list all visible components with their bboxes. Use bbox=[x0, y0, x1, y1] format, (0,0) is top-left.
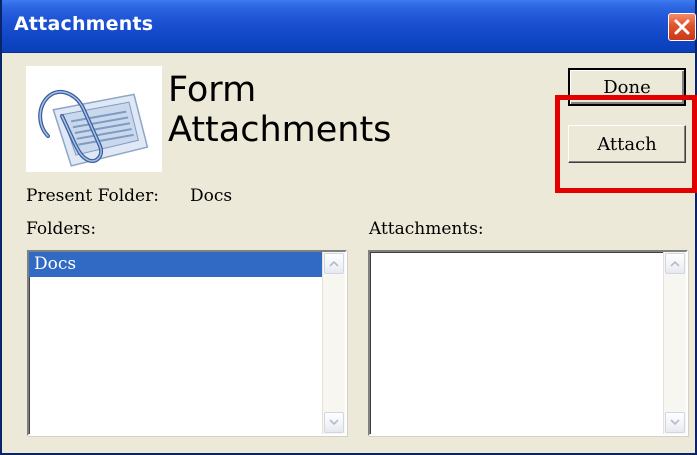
attachments-scroll-up-button[interactable] bbox=[665, 253, 685, 274]
attachments-scrollbar[interactable] bbox=[663, 252, 686, 434]
close-icon bbox=[674, 19, 690, 35]
present-folder-value: Docs bbox=[190, 186, 233, 206]
folders-scrollbar[interactable] bbox=[322, 252, 345, 434]
folder-item-docs[interactable]: Docs bbox=[29, 252, 323, 277]
paperclip-document-icon bbox=[26, 66, 162, 172]
attachments-list-items bbox=[370, 252, 664, 434]
title-bar: Attachments bbox=[2, 0, 696, 53]
form-title-line1: Form bbox=[168, 70, 257, 110]
folders-list-items: Docs bbox=[29, 252, 323, 434]
scroll-down-arrow-icon bbox=[329, 419, 339, 426]
attach-button[interactable]: Attach bbox=[568, 125, 686, 163]
scroll-down-arrow-icon bbox=[670, 419, 680, 426]
window-title: Attachments bbox=[14, 13, 154, 35]
attachments-scroll-down-button[interactable] bbox=[665, 412, 685, 433]
folders-scroll-down-button[interactable] bbox=[324, 412, 344, 433]
attachments-dialog: Attachments Form Attachments Done Attach… bbox=[0, 0, 697, 455]
close-button[interactable] bbox=[668, 13, 696, 41]
done-button[interactable]: Done bbox=[568, 68, 686, 106]
scroll-up-arrow-icon bbox=[329, 260, 339, 267]
folders-label: Folders: bbox=[26, 219, 97, 239]
attachments-label: Attachments: bbox=[369, 219, 484, 239]
folders-scroll-up-button[interactable] bbox=[324, 253, 344, 274]
form-title: Form Attachments bbox=[168, 70, 468, 150]
present-folder-label: Present Folder: bbox=[26, 186, 159, 206]
folders-listbox[interactable]: Docs bbox=[27, 250, 347, 436]
form-title-line2: Attachments bbox=[168, 110, 392, 150]
scroll-up-arrow-icon bbox=[670, 260, 680, 267]
attachments-listbox[interactable] bbox=[368, 250, 688, 436]
